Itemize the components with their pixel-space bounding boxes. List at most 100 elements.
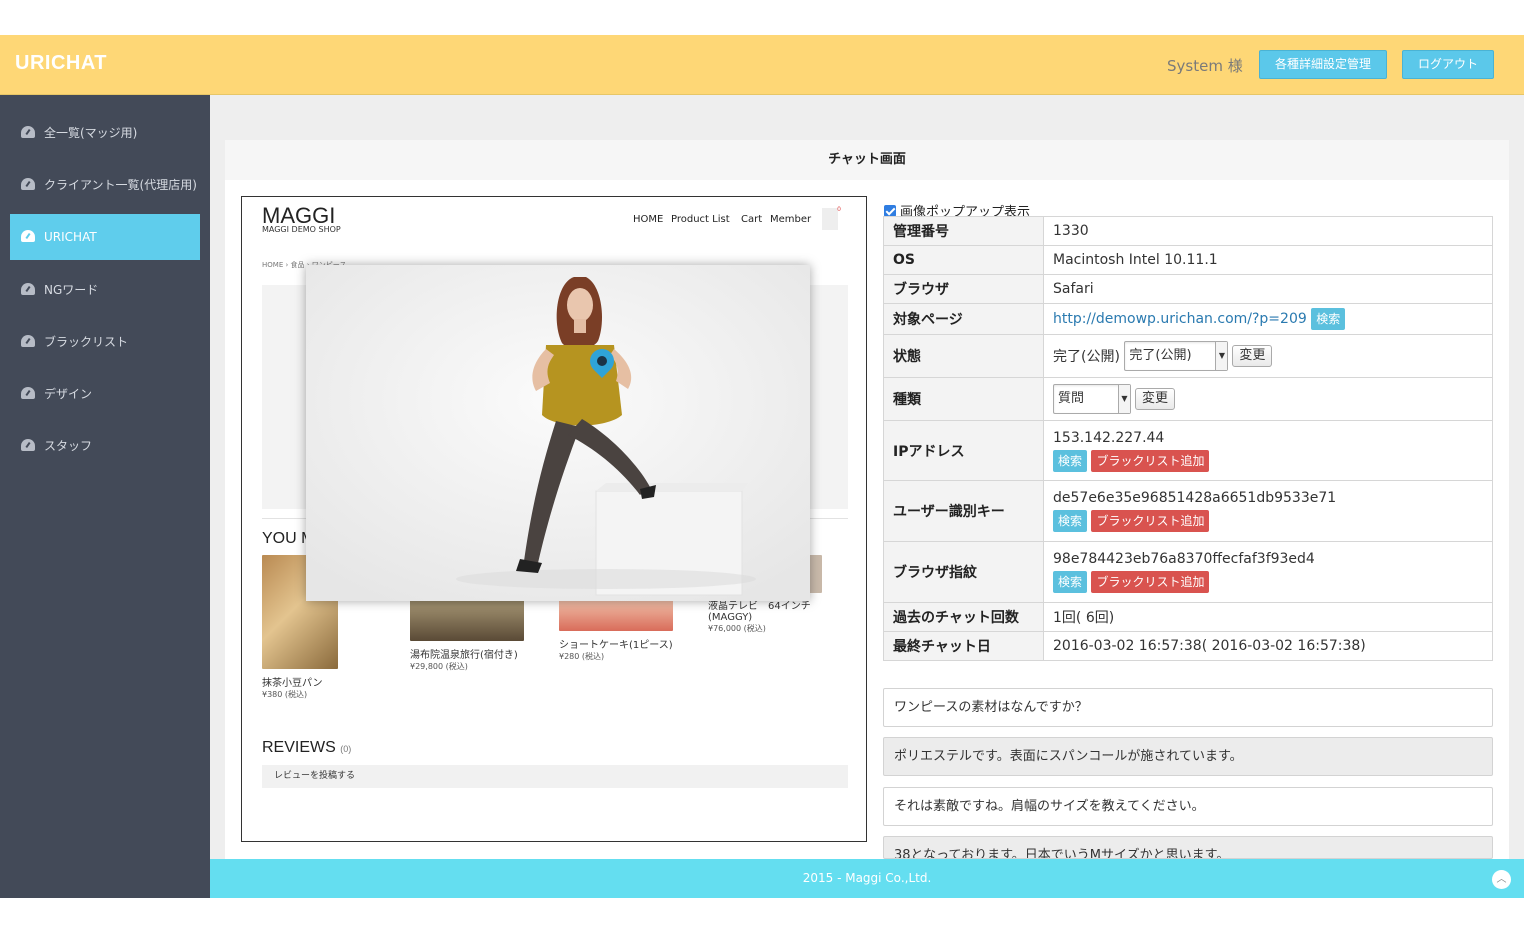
ip-label: IPアドレス (883, 420, 1044, 481)
type-select[interactable]: 質問 ▼ (1053, 384, 1131, 414)
search-button[interactable]: 検索 (1053, 571, 1088, 593)
chat-count-value: 1回( 6回) (1043, 602, 1493, 632)
table-row: ブラウザ Safari (883, 274, 1493, 304)
table-row: 状態 完了(公開) 完了(公開) ▼ 変更 (883, 334, 1493, 378)
sidebar-item-label: デザイン (44, 387, 93, 401)
browser-value: Safari (1043, 274, 1493, 304)
target-page-link[interactable]: http://demowp.urichan.com/?p=209 (1053, 311, 1307, 327)
user-key-label: ユーザー識別キー (883, 480, 1044, 542)
chat-message-operator: ポリエステルです。表面にスパンコールが施されています。 (883, 737, 1493, 776)
sidebar-item-staff[interactable]: スタッフ (10, 423, 200, 469)
status-change-button[interactable]: 変更 (1232, 345, 1273, 367)
dashboard-icon (21, 178, 35, 190)
preview-nav-member: Member (770, 214, 812, 225)
dashboard-icon (21, 439, 35, 451)
sidebar-item-label: 全一覧(マッジ用) (44, 126, 138, 140)
user-key-value: de57e6e35e96851428a6651db9533e71 (1053, 490, 1337, 506)
table-row: 管理番号 1330 (883, 216, 1493, 246)
chat-message-operator: 38となっております。日本でいうMサイズかと思います。 (883, 836, 1493, 859)
select-arrow-icon: ▼ (1118, 385, 1130, 413)
sidebar-item-client-list[interactable]: クライアント一覧(代理店用) (10, 162, 200, 208)
table-row: ブラウザ指紋 98e784423eb76a8370ffecfaf3f93ed4 検索… (883, 541, 1493, 603)
product-photo (306, 265, 810, 601)
select-arrow-icon: ▼ (1215, 342, 1228, 370)
product-tax: (税込) (743, 624, 766, 633)
main-content: チャット画面 MAGGI MAGGI DEMO SHOP HOME Produc… (210, 95, 1524, 859)
visitor-info-table: 管理番号 1330 OS Macintosh Intel 10.11.1 ブラウザ S… (883, 216, 1493, 661)
brand-logo[interactable]: URICHAT (15, 52, 107, 75)
page-title: チャット画面 (225, 140, 1509, 180)
last-chat-label: 最終チャット日 (883, 631, 1044, 661)
table-row: 過去のチャット回数 1回( 6回) (883, 602, 1493, 632)
dashboard-icon (21, 335, 35, 347)
dashboard-icon (21, 126, 35, 138)
product-name: 湯布院温泉旅行(宿付き) (410, 650, 518, 661)
fingerprint-value: 98e784423eb76a8370ffecfaf3f93ed4 (1053, 551, 1315, 567)
last-chat-value: 2016-03-02 16:57:38( 2016-03-02 16:57:38… (1043, 631, 1493, 661)
browser-label: ブラウザ (883, 274, 1044, 304)
status-value: 完了(公開) (1053, 349, 1120, 365)
ip-value: 153.142.227.44 (1053, 429, 1165, 446)
target-page-label: 対象ページ (883, 303, 1044, 335)
dashboard-icon (21, 230, 35, 242)
table-row: OS Macintosh Intel 10.11.1 (883, 245, 1493, 275)
dashboard-icon (21, 387, 35, 399)
product-price: ¥76,000 (708, 624, 742, 633)
product-name: 抹茶小豆パン (262, 678, 323, 689)
status-select[interactable]: 完了(公開) ▼ (1124, 341, 1229, 371)
product-name-2: (MAGGY) (708, 612, 753, 623)
sidebar: 全一覧(マッジ用) クライアント一覧(代理店用) URICHAT NGワード ブ… (0, 95, 210, 898)
footer-copyright: 2015 - Maggi Co.,Ltd. (802, 871, 932, 885)
product-tax: (税込) (581, 652, 605, 661)
table-row: 最終チャット日 2016-03-02 16:57:38( 2016-03-02 1… (883, 631, 1493, 661)
blacklist-add-button[interactable]: ブラックリスト追加 (1091, 510, 1210, 532)
table-row: ユーザー識別キー de57e6e35e96851428a6651db9533e71… (883, 480, 1493, 542)
type-label: 種類 (883, 377, 1044, 421)
sidebar-item-design[interactable]: デザイン (10, 371, 200, 417)
page-preview[interactable]: MAGGI MAGGI DEMO SHOP HOME Product List … (241, 196, 867, 842)
sidebar-item-all-list[interactable]: 全一覧(マッジ用) (10, 110, 200, 156)
product-price: ¥380 (262, 690, 283, 699)
post-review-link: レビューを投稿する (262, 765, 848, 788)
preview-nav-home: HOME (633, 214, 664, 225)
sidebar-item-label: スタッフ (44, 439, 93, 453)
sidebar-item-blacklist[interactable]: ブラックリスト (10, 319, 200, 365)
search-button[interactable]: 検索 (1053, 449, 1088, 472)
os-label: OS (883, 245, 1044, 275)
id-value: 1330 (1043, 216, 1493, 246)
preview-subtitle: MAGGI DEMO SHOP (262, 225, 341, 234)
sidebar-item-label: URICHAT (44, 230, 97, 244)
reviews-title: REVIEWS (0) (262, 739, 352, 756)
chevron-up-icon[interactable]: ︿ (1492, 870, 1511, 889)
preview-nav-cart: Cart (741, 214, 763, 225)
cart-icon: 0 (822, 206, 841, 230)
logout-button[interactable]: ログアウト (1402, 50, 1494, 79)
sidebar-item-label: クライアント一覧(代理店用) (44, 178, 197, 192)
image-popup[interactable] (306, 265, 810, 601)
sidebar-item-ng-words[interactable]: NGワード (10, 267, 200, 313)
chat-message-user: それは素敵ですね。肩幅のサイズを教えてください。 (883, 787, 1493, 826)
search-button[interactable]: 検索 (1311, 308, 1346, 330)
settings-button[interactable]: 各種詳細設定管理 (1259, 50, 1387, 79)
product-name: ショートケーキ(1ピース) (559, 640, 673, 651)
reviews-count: (0) (340, 744, 352, 754)
product-tax: (税込) (445, 662, 468, 671)
id-label: 管理番号 (883, 216, 1044, 246)
product-price: ¥280 (559, 652, 580, 661)
blacklist-add-button[interactable]: ブラックリスト追加 (1091, 449, 1210, 472)
product-price: ¥29,800 (410, 662, 444, 671)
cart-count: 0 (837, 206, 841, 213)
table-row: IPアドレス 153.142.227.44 検索 ブラックリスト追加 (883, 420, 1493, 481)
product-tax: (税込) (284, 690, 308, 699)
type-change-button[interactable]: 変更 (1135, 388, 1176, 410)
sidebar-item-label: NGワード (44, 283, 99, 297)
search-button[interactable]: 検索 (1053, 510, 1088, 532)
user-name: System 様 (1167, 57, 1243, 75)
chat-count-label: 過去のチャット回数 (883, 602, 1044, 632)
top-header: URICHAT System 様 各種詳細設定管理 ログアウト (0, 35, 1524, 95)
footer: 2015 - Maggi Co.,Ltd. ︿ (210, 859, 1524, 898)
blacklist-add-button[interactable]: ブラックリスト追加 (1091, 571, 1210, 593)
fingerprint-label: ブラウザ指紋 (883, 541, 1044, 603)
sidebar-item-urichat[interactable]: URICHAT (10, 214, 200, 260)
status-label: 状態 (883, 334, 1044, 378)
